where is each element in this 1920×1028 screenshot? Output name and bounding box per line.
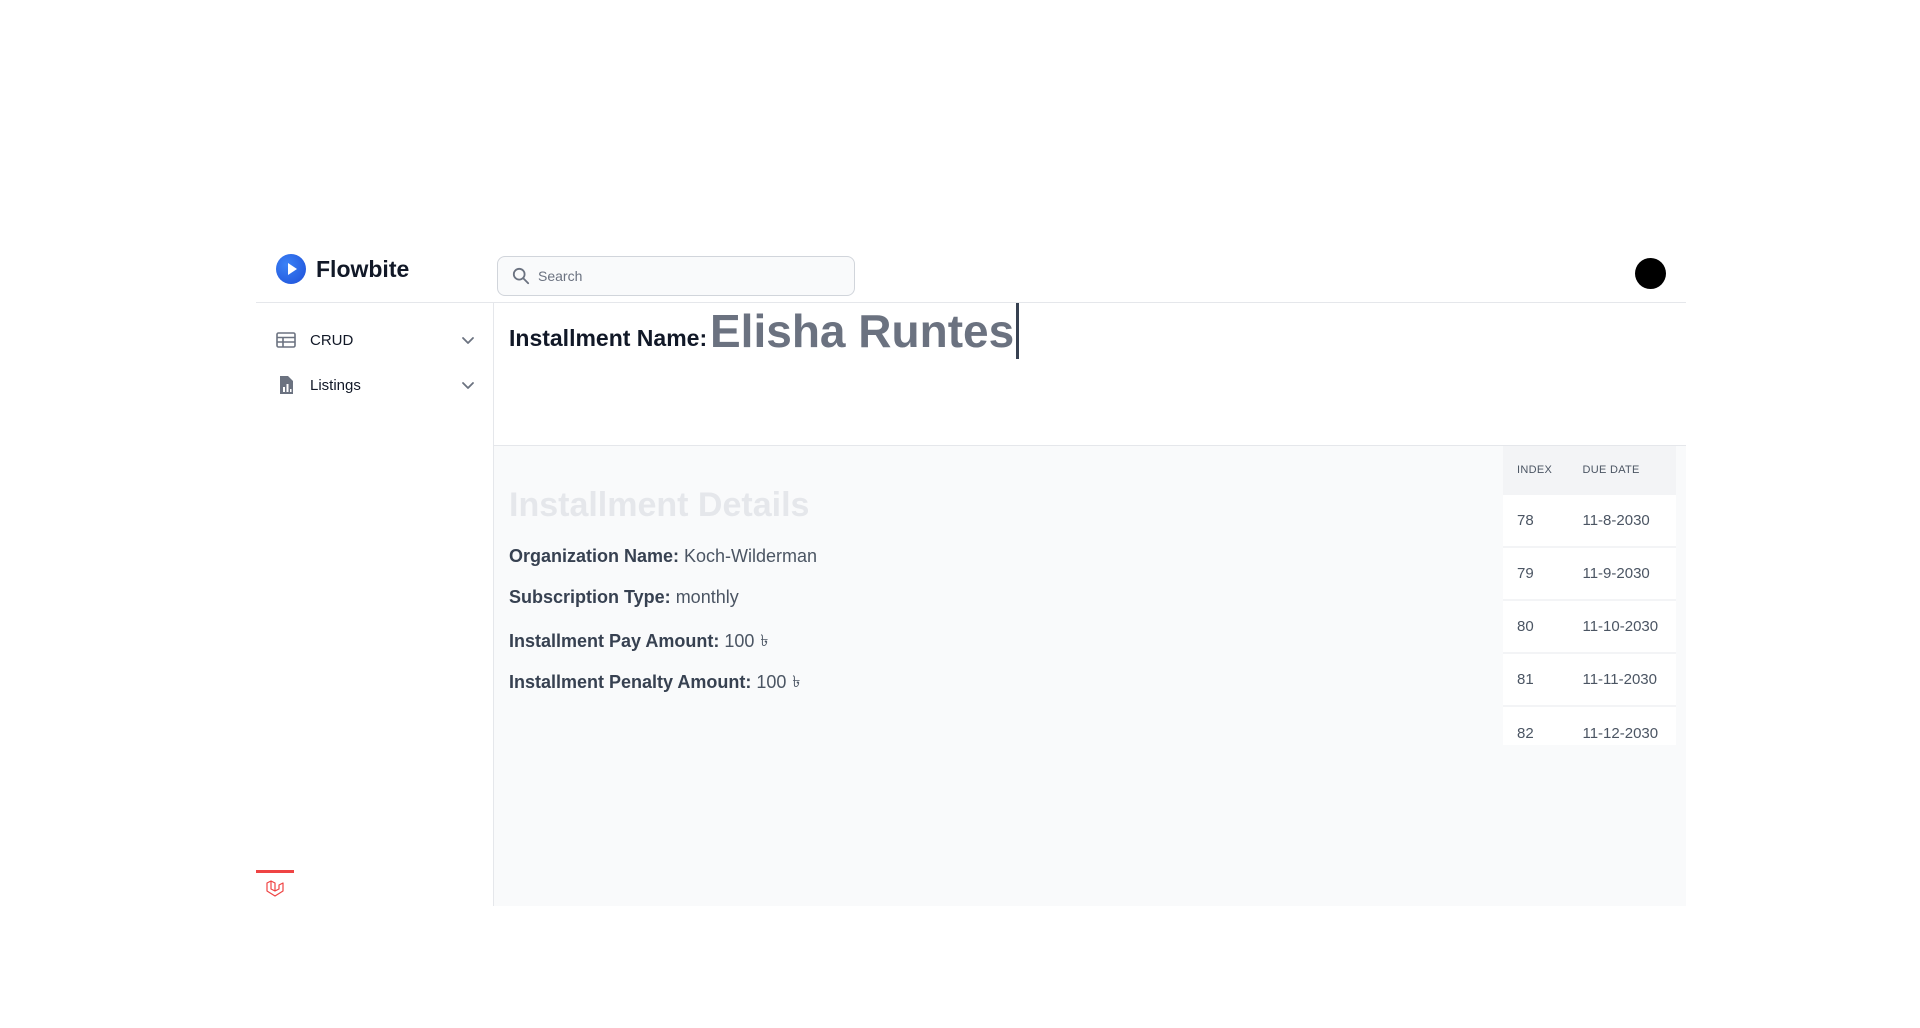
schedule-table-container[interactable]: INDEX DUE DATE 78 11-8-2030 79 11-9-2030 [1503,446,1676,745]
pay-amount-label: Installment Pay Amount: [509,631,720,651]
column-header-index: INDEX [1517,463,1553,476]
search-icon [512,267,530,285]
penalty-amount-label: Installment Penalty Amount: [509,672,752,692]
table-icon [276,330,296,350]
pay-amount-row: Installment Pay Amount: 100 ৳ [509,628,768,655]
table-row: 79 11-9-2030 [1503,547,1676,600]
table-row: 78 11-8-2030 [1503,494,1676,547]
installment-header: Installment Name: Elisha Runtes [494,303,1686,446]
sidebar-item-crud[interactable]: CRUD [276,325,476,355]
installment-name-value[interactable]: Elisha Runtes [710,303,1020,359]
search-box[interactable] [497,256,855,296]
subscription-row: Subscription Type: monthly [509,587,739,608]
index-cell: 78 [1517,512,1534,529]
due-date-cell: 11-10-2030 [1582,618,1659,635]
flowbite-logo-icon [276,254,306,284]
due-date-cell: 11-11-2030 [1582,671,1657,688]
document-chart-icon [276,375,296,395]
penalty-amount-row: Installment Penalty Amount: 100 ৳ [509,669,800,696]
search-input[interactable] [538,268,838,284]
organization-label: Organization Name: [509,546,680,566]
index-cell: 80 [1517,618,1534,635]
chevron-down-icon[interactable] [460,377,476,393]
chevron-down-icon[interactable] [460,332,476,348]
subscription-value: monthly [675,587,739,607]
pay-amount-value: 100 [724,631,755,651]
sidebar-item-label: CRUD [310,331,354,349]
due-date-cell: 11-12-2030 [1582,724,1659,742]
avatar[interactable] [1635,258,1666,289]
table-row: 82 11-12-2030 [1503,706,1676,745]
brand-name: Flowbite [316,255,410,282]
table-header-row: INDEX DUE DATE [1503,446,1676,494]
table-row: 81 11-11-2030 [1503,653,1676,706]
sidebar-item-listings[interactable]: Listings [276,370,476,400]
installment-name-label: Installment Name: [509,325,708,351]
taka-currency-icon: ৳ [760,633,769,650]
table-row: 80 11-10-2030 [1503,600,1676,653]
column-header-due-date: DUE DATE [1582,463,1640,476]
due-date-cell: 11-9-2030 [1582,565,1650,582]
main-content: Installment Name: Elisha Runtes Installm… [494,303,1686,906]
organization-value: Koch-Wilderman [684,546,818,566]
details-title: Installment Details [509,486,810,524]
due-date-cell: 11-8-2030 [1582,512,1650,529]
sidebar-item-label: Listings [310,376,361,394]
index-cell: 82 [1517,724,1534,742]
subscription-label: Subscription Type: [509,587,671,607]
taka-currency-icon: ৳ [792,674,801,691]
sidebar: CRUD Listings [256,303,494,906]
index-cell: 81 [1517,671,1534,688]
brand[interactable]: Flowbite [276,254,409,284]
laravel-logo-icon[interactable] [256,870,294,904]
app: Flowbite CRUD [256,236,1686,906]
schedule-table: INDEX DUE DATE 78 11-8-2030 79 11-9-2030 [1503,446,1676,745]
index-cell: 79 [1517,565,1534,582]
installment-details-panel: Installment Details Organization Name: K… [494,446,1686,906]
penalty-amount-value: 100 [756,672,787,692]
organization-row: Organization Name: Koch-Wilderman [509,546,817,567]
top-navbar: Flowbite [256,236,1686,303]
